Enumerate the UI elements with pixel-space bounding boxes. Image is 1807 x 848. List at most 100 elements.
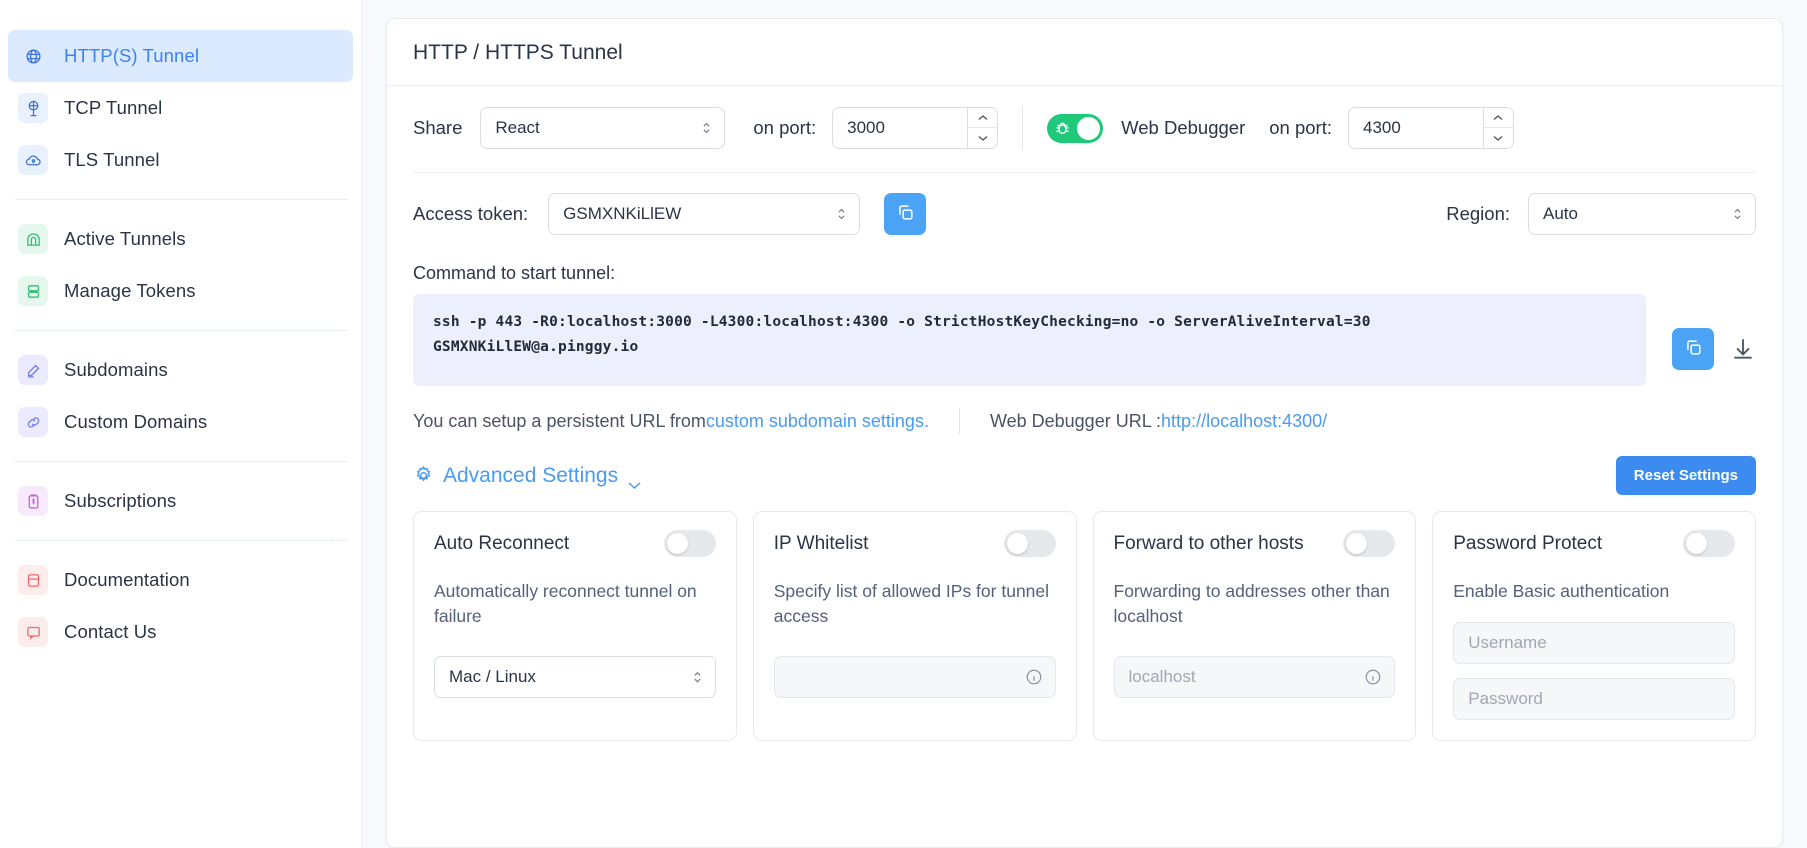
sidebar-divider xyxy=(14,540,347,541)
access-token-select[interactable]: GSMXNKiLlEW xyxy=(548,193,861,235)
sidebar-item-label: TCP Tunnel xyxy=(64,97,163,118)
sidebar-item-active-tunnels[interactable]: Active Tunnels xyxy=(8,213,353,265)
web-debugger-label: Web Debugger xyxy=(1121,117,1246,138)
share-port-input[interactable]: 3000 xyxy=(832,107,999,149)
ip-whitelist-input[interactable] xyxy=(773,655,1056,698)
pencil-square-icon xyxy=(18,355,48,385)
sidebar-item-manage-tokens[interactable]: Manage Tokens xyxy=(8,265,353,317)
book-icon xyxy=(18,565,48,595)
advanced-card-ip-whitelist: IP Whitelist Specify list of allowed IPs… xyxy=(752,511,1077,742)
tunnel-card: HTTP / HTTPS Tunnel Share React on port: xyxy=(386,18,1783,848)
username-placeholder: Username xyxy=(1468,633,1547,653)
download-icon[interactable] xyxy=(1730,336,1756,362)
share-select[interactable]: React xyxy=(480,107,726,149)
toggle-knob xyxy=(1686,533,1707,554)
chevron-updown-icon xyxy=(1732,206,1743,222)
region-label: Region: xyxy=(1446,203,1510,224)
advanced-settings-label: Advanced Settings xyxy=(443,463,619,487)
sidebar-item-label: Documentation xyxy=(64,569,190,590)
debugger-port-input[interactable]: 4300 xyxy=(1347,107,1514,149)
links-divider xyxy=(958,408,960,434)
command-wrap: ssh -p 443 -R0:localhost:3000 -L4300:loc… xyxy=(413,294,1756,386)
advanced-cards-grid: Auto Reconnect Automatically reconnect t… xyxy=(413,511,1756,745)
web-debugger-url-link[interactable]: http://localhost:4300/ xyxy=(1161,411,1327,432)
auto-reconnect-toggle[interactable] xyxy=(663,530,716,557)
advanced-card-auto-reconnect: Auto Reconnect Automatically reconnect t… xyxy=(413,511,737,742)
row-divider xyxy=(1022,106,1024,150)
sidebar-item-subscriptions[interactable]: Subscriptions xyxy=(8,475,353,527)
sidebar-item-subdomains[interactable]: Subdomains xyxy=(8,344,353,396)
chevron-updown-icon xyxy=(701,120,712,136)
share-port-value: 3000 xyxy=(847,118,885,137)
card-header: IP Whitelist xyxy=(774,530,1056,557)
ip-whitelist-toggle[interactable] xyxy=(1003,530,1056,557)
copy-token-button[interactable] xyxy=(884,193,927,235)
share-port-decrement[interactable] xyxy=(968,128,997,148)
forward-hosts-toggle[interactable] xyxy=(1343,530,1396,557)
tcp-globe-icon xyxy=(18,93,48,123)
share-port-increment[interactable] xyxy=(968,108,998,128)
sidebar-group-billing: Subscriptions xyxy=(0,475,361,527)
debugger-port-spinner[interactable] xyxy=(1482,108,1513,148)
command-line-1: ssh -p 443 -R0:localhost:3000 -L4300:loc… xyxy=(433,314,1371,330)
sidebar-group-domains: Subdomains Custom Domains xyxy=(0,344,361,448)
sidebar-item-label: TLS Tunnel xyxy=(64,149,160,170)
share-port-label: on port: xyxy=(753,117,817,138)
debugger-port-increment[interactable] xyxy=(1483,108,1513,128)
card-header: Forward to other hosts xyxy=(1114,530,1396,557)
page-title: HTTP / HTTPS Tunnel xyxy=(387,19,1782,86)
copy-command-button[interactable] xyxy=(1672,328,1714,370)
forward-hosts-input[interactable]: localhost xyxy=(1113,655,1396,698)
persistent-url-text: You can setup a persistent URL from xyxy=(413,410,706,431)
sidebar-item-label: Subscriptions xyxy=(64,490,177,511)
toggle-knob xyxy=(1006,533,1028,554)
share-port-spinner[interactable] xyxy=(967,108,998,148)
password-placeholder: Password xyxy=(1468,689,1543,709)
sidebar-item-custom-domains[interactable]: Custom Domains xyxy=(8,396,353,448)
card-description: Automatically reconnect tunnel on failur… xyxy=(434,581,697,627)
sidebar-item-label: Custom Domains xyxy=(64,411,208,432)
command-label: Command to start tunnel: xyxy=(413,263,616,283)
reset-settings-button[interactable]: Reset Settings xyxy=(1615,456,1756,495)
toggle-knob xyxy=(666,533,688,554)
card-description: Specify list of allowed IPs for tunnel a… xyxy=(773,581,1050,627)
tokens-icon xyxy=(18,276,48,306)
card-header: Auto Reconnect xyxy=(434,530,716,557)
region-select[interactable]: Auto xyxy=(1528,193,1756,235)
card-title: Forward to other hosts xyxy=(1113,532,1304,554)
auto-reconnect-platform-select[interactable]: Mac / Linux xyxy=(434,655,716,698)
cloud-lock-icon xyxy=(18,145,48,175)
sidebar-item-label: Active Tunnels xyxy=(64,228,186,249)
sidebar-item-http-tunnel[interactable]: HTTP(S) Tunnel xyxy=(8,30,353,82)
chat-icon xyxy=(18,617,48,647)
sidebar-item-label: Contact Us xyxy=(64,621,157,642)
card-description: Enable Basic authentication xyxy=(1453,581,1670,601)
region-value: Auto xyxy=(1543,204,1578,223)
debugger-port-decrement[interactable] xyxy=(1484,128,1513,148)
debugger-port-label: on port: xyxy=(1269,117,1332,138)
copy-icon xyxy=(896,203,915,225)
web-debugger-toggle[interactable] xyxy=(1047,113,1104,143)
info-icon[interactable] xyxy=(1025,668,1043,686)
info-icon[interactable] xyxy=(1364,668,1382,686)
sidebar-item-tls-tunnel[interactable]: TLS Tunnel xyxy=(8,134,353,186)
tunnel-icon xyxy=(18,224,48,254)
copy-icon xyxy=(1684,338,1703,360)
command-box[interactable]: ssh -p 443 -R0:localhost:3000 -L4300:loc… xyxy=(413,294,1646,386)
links-row: You can setup a persistent URL from cust… xyxy=(413,386,1756,434)
sidebar-item-contact-us[interactable]: Contact Us xyxy=(8,606,353,658)
sidebar-item-tcp-tunnel[interactable]: TCP Tunnel xyxy=(8,82,353,134)
sidebar-divider xyxy=(14,461,347,462)
password-protect-password-input[interactable]: Password xyxy=(1453,678,1735,721)
share-label: Share xyxy=(413,117,463,138)
sidebar-item-documentation[interactable]: Documentation xyxy=(8,554,353,606)
advanced-settings-toggle[interactable]: Advanced Settings xyxy=(413,463,642,490)
password-protect-toggle[interactable] xyxy=(1683,530,1735,557)
custom-subdomain-settings-link[interactable]: custom subdomain settings. xyxy=(706,411,929,432)
password-protect-username-input[interactable]: Username xyxy=(1453,622,1735,665)
card-header: Password Protect xyxy=(1453,530,1735,557)
globe-icon xyxy=(18,41,48,71)
command-line-2: GSMXNKiLlEW@a.pinggy.io xyxy=(433,339,639,356)
sidebar-divider xyxy=(14,199,347,200)
debugger-port-value: 4300 xyxy=(1362,118,1401,137)
